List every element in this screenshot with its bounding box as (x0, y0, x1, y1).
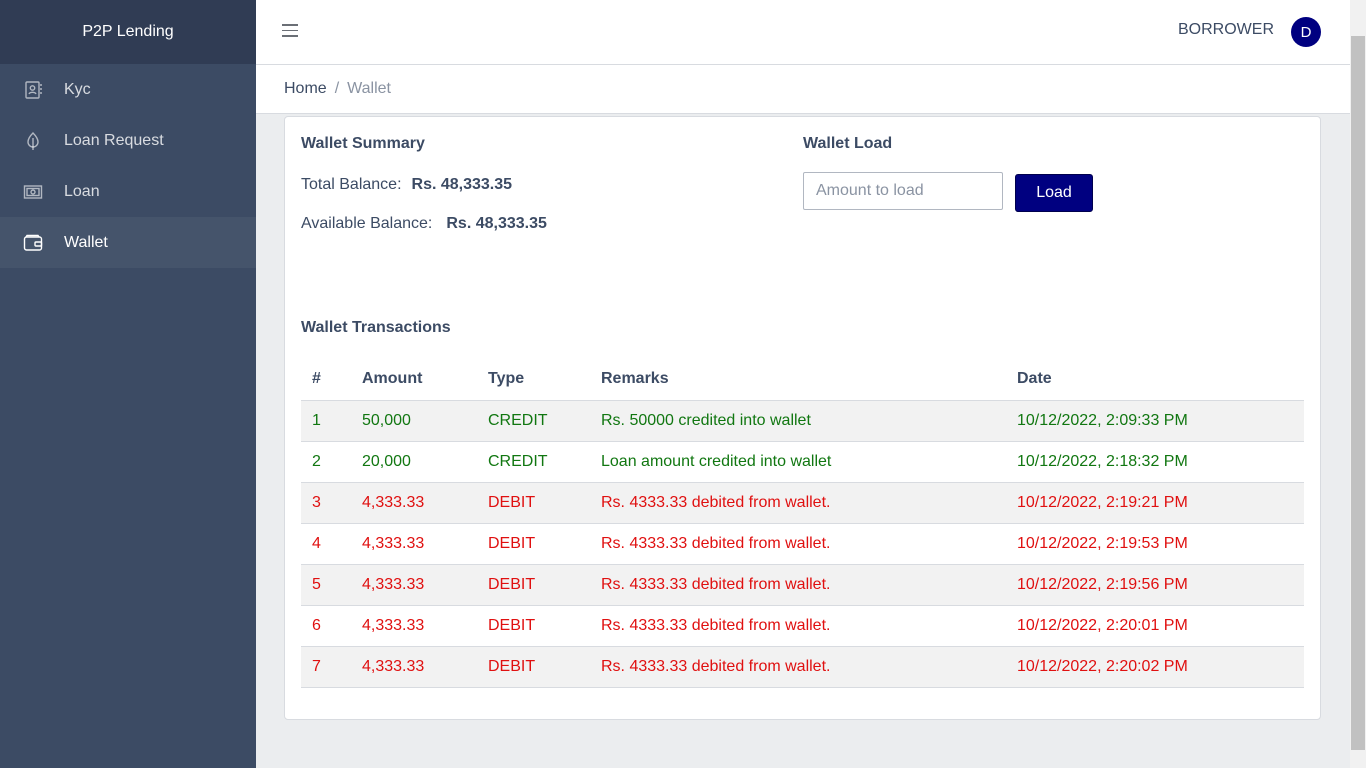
table-row: 2 20,000 CREDIT Loan amount credited int… (301, 441, 1304, 483)
cell-amount: 4,333.33 (351, 523, 477, 565)
breadcrumb: Home / Wallet (256, 65, 1350, 114)
available-balance-label: Available Balance: (301, 215, 433, 232)
available-balance-value: Rs. 48,333.35 (446, 215, 547, 232)
cell-remarks: Rs. 4333.33 debited from wallet. (590, 564, 1006, 606)
cell-type: DEBIT (477, 646, 590, 688)
table-row: 7 4,333.33 DEBIT Rs. 4333.33 debited fro… (301, 646, 1304, 688)
cell-date: 10/12/2022, 2:18:32 PM (1006, 441, 1304, 483)
cell-type: DEBIT (477, 523, 590, 565)
cell-remarks: Rs. 4333.33 debited from wallet. (590, 523, 1006, 565)
cell-amount: 4,333.33 (351, 646, 477, 688)
cell-type: DEBIT (477, 482, 590, 524)
cell-remarks: Rs. 4333.33 debited from wallet. (590, 482, 1006, 524)
sidebar: P2P Lending Kyc Loan Request Loan Wallet (0, 0, 256, 768)
sidebar-item-label: Kyc (64, 80, 91, 98)
table-row: 5 4,333.33 DEBIT Rs. 4333.33 debited fro… (301, 564, 1304, 606)
sidebar-item-loan[interactable]: Loan (0, 166, 256, 217)
cell-date: 10/12/2022, 2:19:56 PM (1006, 564, 1304, 606)
cell-type: CREDIT (477, 400, 590, 442)
table-row: 6 4,333.33 DEBIT Rs. 4333.33 debited fro… (301, 605, 1304, 647)
wallet-card: Wallet Summary Total Balance: Rs. 48,333.… (284, 116, 1321, 720)
cell-date: 10/12/2022, 2:09:33 PM (1006, 400, 1304, 442)
total-balance: Total Balance: Rs. 48,333.35 (301, 176, 512, 194)
amount-to-load-input[interactable] (803, 172, 1003, 210)
top-header: BORROWER D (256, 0, 1350, 65)
column-header: Date (1006, 359, 1304, 401)
breadcrumb-current: Wallet (347, 80, 391, 97)
wallet-transactions-title: Wallet Transactions (301, 319, 451, 336)
table-header-row: # Amount Type Remarks Date (301, 359, 1304, 401)
cell-index: 5 (301, 564, 351, 606)
cell-date: 10/12/2022, 2:20:01 PM (1006, 605, 1304, 647)
cell-date: 10/12/2022, 2:19:21 PM (1006, 482, 1304, 524)
sidebar-item-label: Loan Request (64, 131, 164, 149)
money-icon (22, 181, 43, 202)
menu-toggle-icon[interactable] (282, 24, 298, 40)
cell-index: 3 (301, 482, 351, 524)
scrollbar-thumb[interactable] (1351, 36, 1365, 750)
cell-type: DEBIT (477, 605, 590, 647)
column-header: Amount (351, 359, 477, 401)
cell-index: 2 (301, 441, 351, 483)
leaf-icon (22, 130, 43, 151)
page-scrollbar[interactable] (1350, 0, 1366, 768)
wallet-load-title: Wallet Load (803, 135, 893, 152)
wallet-summary-title: Wallet Summary (301, 135, 425, 152)
cell-amount: 4,333.33 (351, 564, 477, 606)
cell-amount: 4,333.33 (351, 605, 477, 647)
total-balance-value: Rs. 48,333.35 (411, 176, 513, 193)
sidebar-item-label: Wallet (64, 233, 108, 251)
cell-index: 4 (301, 523, 351, 565)
column-header: Type (477, 359, 590, 401)
column-header: # (301, 359, 351, 401)
sidebar-item-loan-request[interactable]: Loan Request (0, 115, 256, 166)
cell-index: 1 (301, 400, 351, 442)
table-row: 3 4,333.33 DEBIT Rs. 4333.33 debited fro… (301, 482, 1304, 524)
cell-remarks: Rs. 50000 credited into wallet (590, 400, 1006, 442)
cell-index: 7 (301, 646, 351, 688)
sidebar-item-label: Loan (64, 182, 100, 200)
table-row: 1 50,000 CREDIT Rs. 50000 credited into … (301, 400, 1304, 442)
cell-date: 10/12/2022, 2:20:02 PM (1006, 646, 1304, 688)
cell-date: 10/12/2022, 2:19:53 PM (1006, 523, 1304, 565)
brand-title[interactable]: P2P Lending (0, 0, 256, 64)
cell-amount: 20,000 (351, 441, 477, 483)
total-balance-label: Total Balance: (301, 176, 402, 193)
cell-amount: 50,000 (351, 400, 477, 442)
table-row: 4 4,333.33 DEBIT Rs. 4333.33 debited fro… (301, 523, 1304, 565)
cell-remarks: Loan amount credited into wallet (590, 441, 1006, 483)
cell-amount: 4,333.33 (351, 482, 477, 524)
breadcrumb-separator: / (334, 80, 340, 97)
cell-remarks: Rs. 4333.33 debited from wallet. (590, 605, 1006, 647)
cell-index: 6 (301, 605, 351, 647)
wallet-icon (22, 232, 43, 253)
load-button[interactable]: Load (1015, 174, 1093, 212)
avatar[interactable]: D (1291, 17, 1321, 47)
breadcrumb-home[interactable]: Home (284, 80, 327, 98)
kyc-icon (22, 79, 43, 100)
cell-type: DEBIT (477, 564, 590, 606)
user-role: BORROWER (1178, 21, 1274, 38)
sidebar-item-kyc[interactable]: Kyc (0, 64, 256, 115)
available-balance: Available Balance: Rs. 48,333.35 (301, 215, 547, 233)
cell-remarks: Rs. 4333.33 debited from wallet. (590, 646, 1006, 688)
cell-type: CREDIT (477, 441, 590, 483)
column-header: Remarks (590, 359, 1006, 401)
sidebar-item-wallet[interactable]: Wallet (0, 217, 256, 268)
transactions-table: # Amount Type Remarks Date 1 50,000 CRED… (301, 359, 1304, 688)
